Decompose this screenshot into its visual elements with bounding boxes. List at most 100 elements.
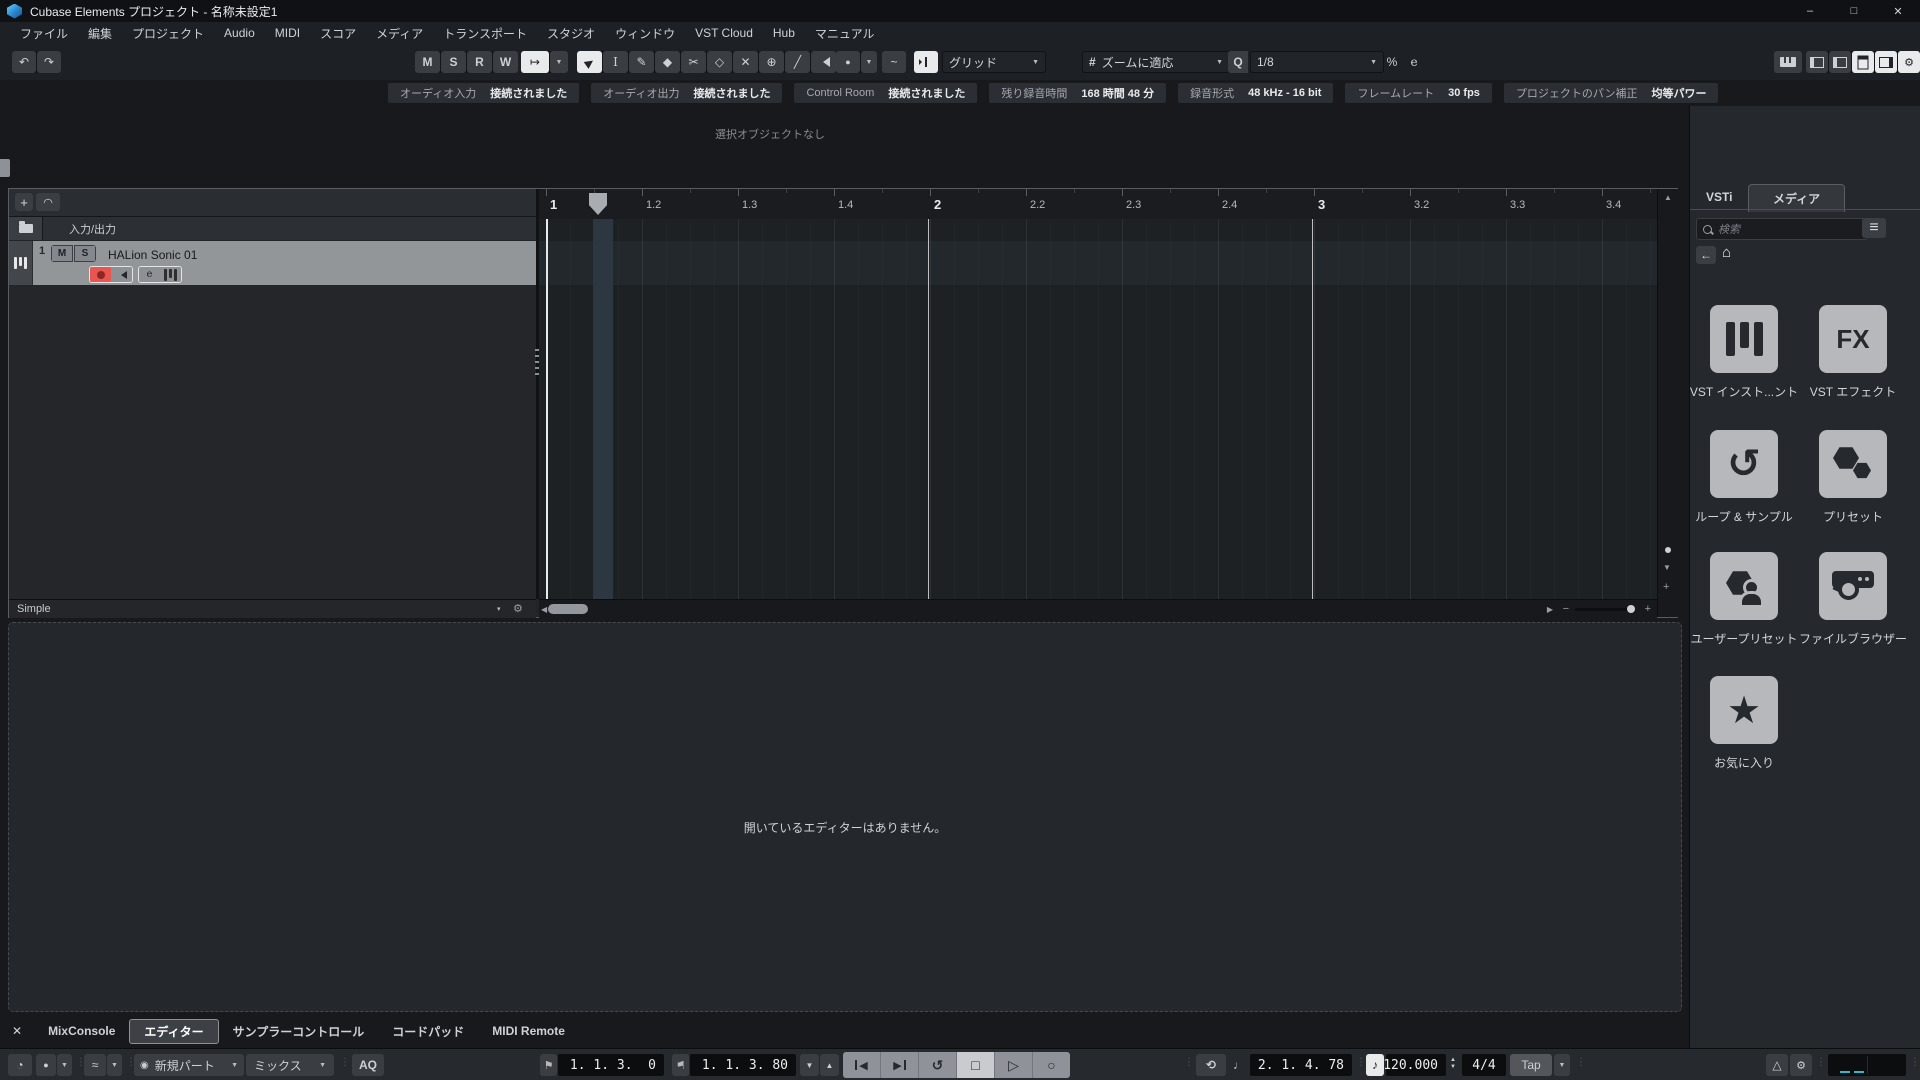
read-automation-button[interactable]: R [467,51,492,73]
scroll-left-icon[interactable]: ◀ [541,605,547,614]
track-preset-button[interactable]: ◠ [36,193,60,211]
hzoom-plus[interactable]: + [1645,603,1651,615]
track-name[interactable]: HALion Sonic 01 [108,248,197,262]
track-controls-preset[interactable]: Simple [17,603,51,615]
mute-tool[interactable]: ✕ [733,51,758,73]
right-locator-display[interactable]: 1. 1. 3. 80 [690,1054,796,1076]
time-signature-display[interactable]: 4/4 [1462,1054,1506,1076]
shuttle-button[interactable]: ⟲ [1196,1054,1226,1076]
audio-record-mode-button[interactable]: ≈ [84,1054,106,1076]
menu-studio[interactable]: スタジオ [537,22,605,44]
preset-caret-icon[interactable]: ▾ [497,605,501,613]
draw-tool[interactable]: ✎ [629,51,654,73]
undo-button[interactable]: ↶ [12,51,36,73]
punch-out-button[interactable]: ▲ [820,1054,839,1076]
menu-audio[interactable]: Audio [214,22,265,44]
scroll-right-icon[interactable]: ▶ [1547,605,1553,614]
midi-record-mode-select[interactable]: ◉ 新規パート ▼ [134,1054,244,1076]
left-edge-handle[interactable] [0,159,10,177]
menu-transport[interactable]: トランスポート [433,22,537,44]
onscreen-keyboard-button[interactable] [1774,51,1802,73]
horizontal-scrollbar[interactable]: ◀ ▶ − + [539,599,1657,618]
tab-editor[interactable]: エディター [129,1018,219,1044]
color-menu-button[interactable]: ● [836,51,860,73]
media-list-view-button[interactable]: ≡ [1862,218,1886,238]
maximize-button[interactable]: □ [1832,0,1876,22]
minimize-button[interactable]: – [1788,0,1832,22]
erase-tool[interactable]: ◆ [655,51,680,73]
setup-toolbar-button[interactable]: ⚙ [1898,51,1920,73]
menu-edit[interactable]: 編集 [78,22,122,44]
tab-mixconsole[interactable]: MixConsole [34,1021,129,1041]
tab-media[interactable]: メディア [1748,184,1846,212]
left-locator-display[interactable]: 1. 1. 3. 0 [558,1054,664,1076]
vertical-zoom-dot[interactable] [1665,547,1671,553]
io-folder-track[interactable]: 入力/出力 [9,217,536,240]
goto-right-locator-button[interactable]: ⚑ [672,1054,689,1076]
tab-midi-remote[interactable]: MIDI Remote [478,1021,579,1041]
grid-type-select[interactable]: # ズームに適応 ▼ [1082,51,1230,73]
common-record-mode-button[interactable]: ● [36,1054,56,1076]
tempo-menu-arrow[interactable]: ▼ [1554,1054,1570,1076]
time-format-button[interactable]: ♩ [1230,1054,1248,1076]
tab-vsti[interactable]: VSTi [1706,190,1732,204]
menu-hub[interactable]: Hub [763,22,805,44]
audio-record-mode-arrow[interactable]: ▼ [107,1054,122,1076]
right-zone-toggle[interactable] [1875,51,1897,73]
color-menu-arrow[interactable]: ▼ [861,51,877,73]
goto-previous-marker-button[interactable]: ◀ [843,1052,881,1078]
event-display[interactable] [539,219,1657,599]
monitor-button[interactable] [111,267,132,282]
hscroll-thumb[interactable] [548,604,588,614]
line-tool[interactable]: ╱ [785,51,810,73]
media-tile-vst-effects[interactable]: FX [1819,305,1887,373]
tempo-spinner[interactable]: ▲ ▼ [1450,1057,1456,1070]
media-search-input[interactable]: 検索 [1696,218,1868,240]
quantize-panel-button[interactable]: e [1404,51,1424,73]
record-button[interactable]: ○ [1033,1052,1070,1078]
menu-midi[interactable]: MIDI [265,22,310,44]
left-zone-toggle[interactable] [1829,51,1851,73]
play-button[interactable]: ▷ [995,1052,1033,1078]
tap-tempo-button[interactable]: Tap [1510,1054,1552,1076]
hzoom-minus[interactable]: − [1563,603,1569,615]
iterative-quantize-button[interactable]: % [1382,51,1402,73]
scroll-down-icon[interactable]: ▼ [1663,563,1671,572]
lower-zone-toggle[interactable] [1852,51,1874,73]
close-lower-zone-button[interactable]: ✕ [0,1024,34,1038]
tempo-display[interactable]: 120.000 [1383,1054,1446,1076]
autoscroll-menu-button[interactable]: ▼ [550,51,568,73]
track-mute-button[interactable]: M [51,245,73,262]
inspector-toggle[interactable] [1806,51,1828,73]
menu-media[interactable]: メディア [366,22,433,44]
edit-channel-button[interactable]: e [139,267,160,282]
track-list-empty-area[interactable] [9,285,536,599]
stop-button[interactable]: □ [957,1052,995,1078]
hzoom-slider[interactable] [1575,605,1635,613]
vertical-scrollbar[interactable]: ▲ ▼ + [1657,189,1678,617]
tab-chord-pads[interactable]: コードパッド [378,1020,478,1043]
metronome-button[interactable]: △ [1766,1054,1788,1076]
zoom-tool[interactable]: ⊕ [759,51,784,73]
quantize-preset-select[interactable]: 1/8 ▼ [1250,51,1384,73]
menu-vstcloud[interactable]: VST Cloud [685,22,763,44]
media-tile-loops-samples[interactable]: ↺ [1710,430,1778,498]
punch-in-button[interactable]: ▼ [800,1054,819,1076]
menu-project[interactable]: プロジェクト [122,22,214,44]
tempo-track-button[interactable]: ♪ [1366,1054,1384,1076]
midi-mix-mode-select[interactable]: ミックス ▼ [246,1054,334,1076]
play-tool[interactable] [811,51,836,73]
constrain-delay-button[interactable]: ◔ [8,1054,32,1076]
performance-meter[interactable] [1828,1054,1906,1076]
goto-next-marker-button[interactable]: ▶ [881,1052,919,1078]
cycle-button[interactable]: ↺ [919,1052,957,1078]
common-record-mode-arrow[interactable]: ▼ [57,1054,72,1076]
track-controls-gear-icon[interactable]: ⚙ [513,602,523,615]
hzoom-dot[interactable] [1627,605,1635,613]
goto-left-locator-button[interactable]: ⚑ [540,1054,557,1076]
media-tile-vst-instruments[interactable] [1710,305,1778,373]
glue-tool[interactable]: ◇ [707,51,732,73]
menu-window[interactable]: ウィンドウ [605,22,685,44]
solo-all-button[interactable]: S [441,51,466,73]
write-automation-button[interactable]: W [493,51,518,73]
